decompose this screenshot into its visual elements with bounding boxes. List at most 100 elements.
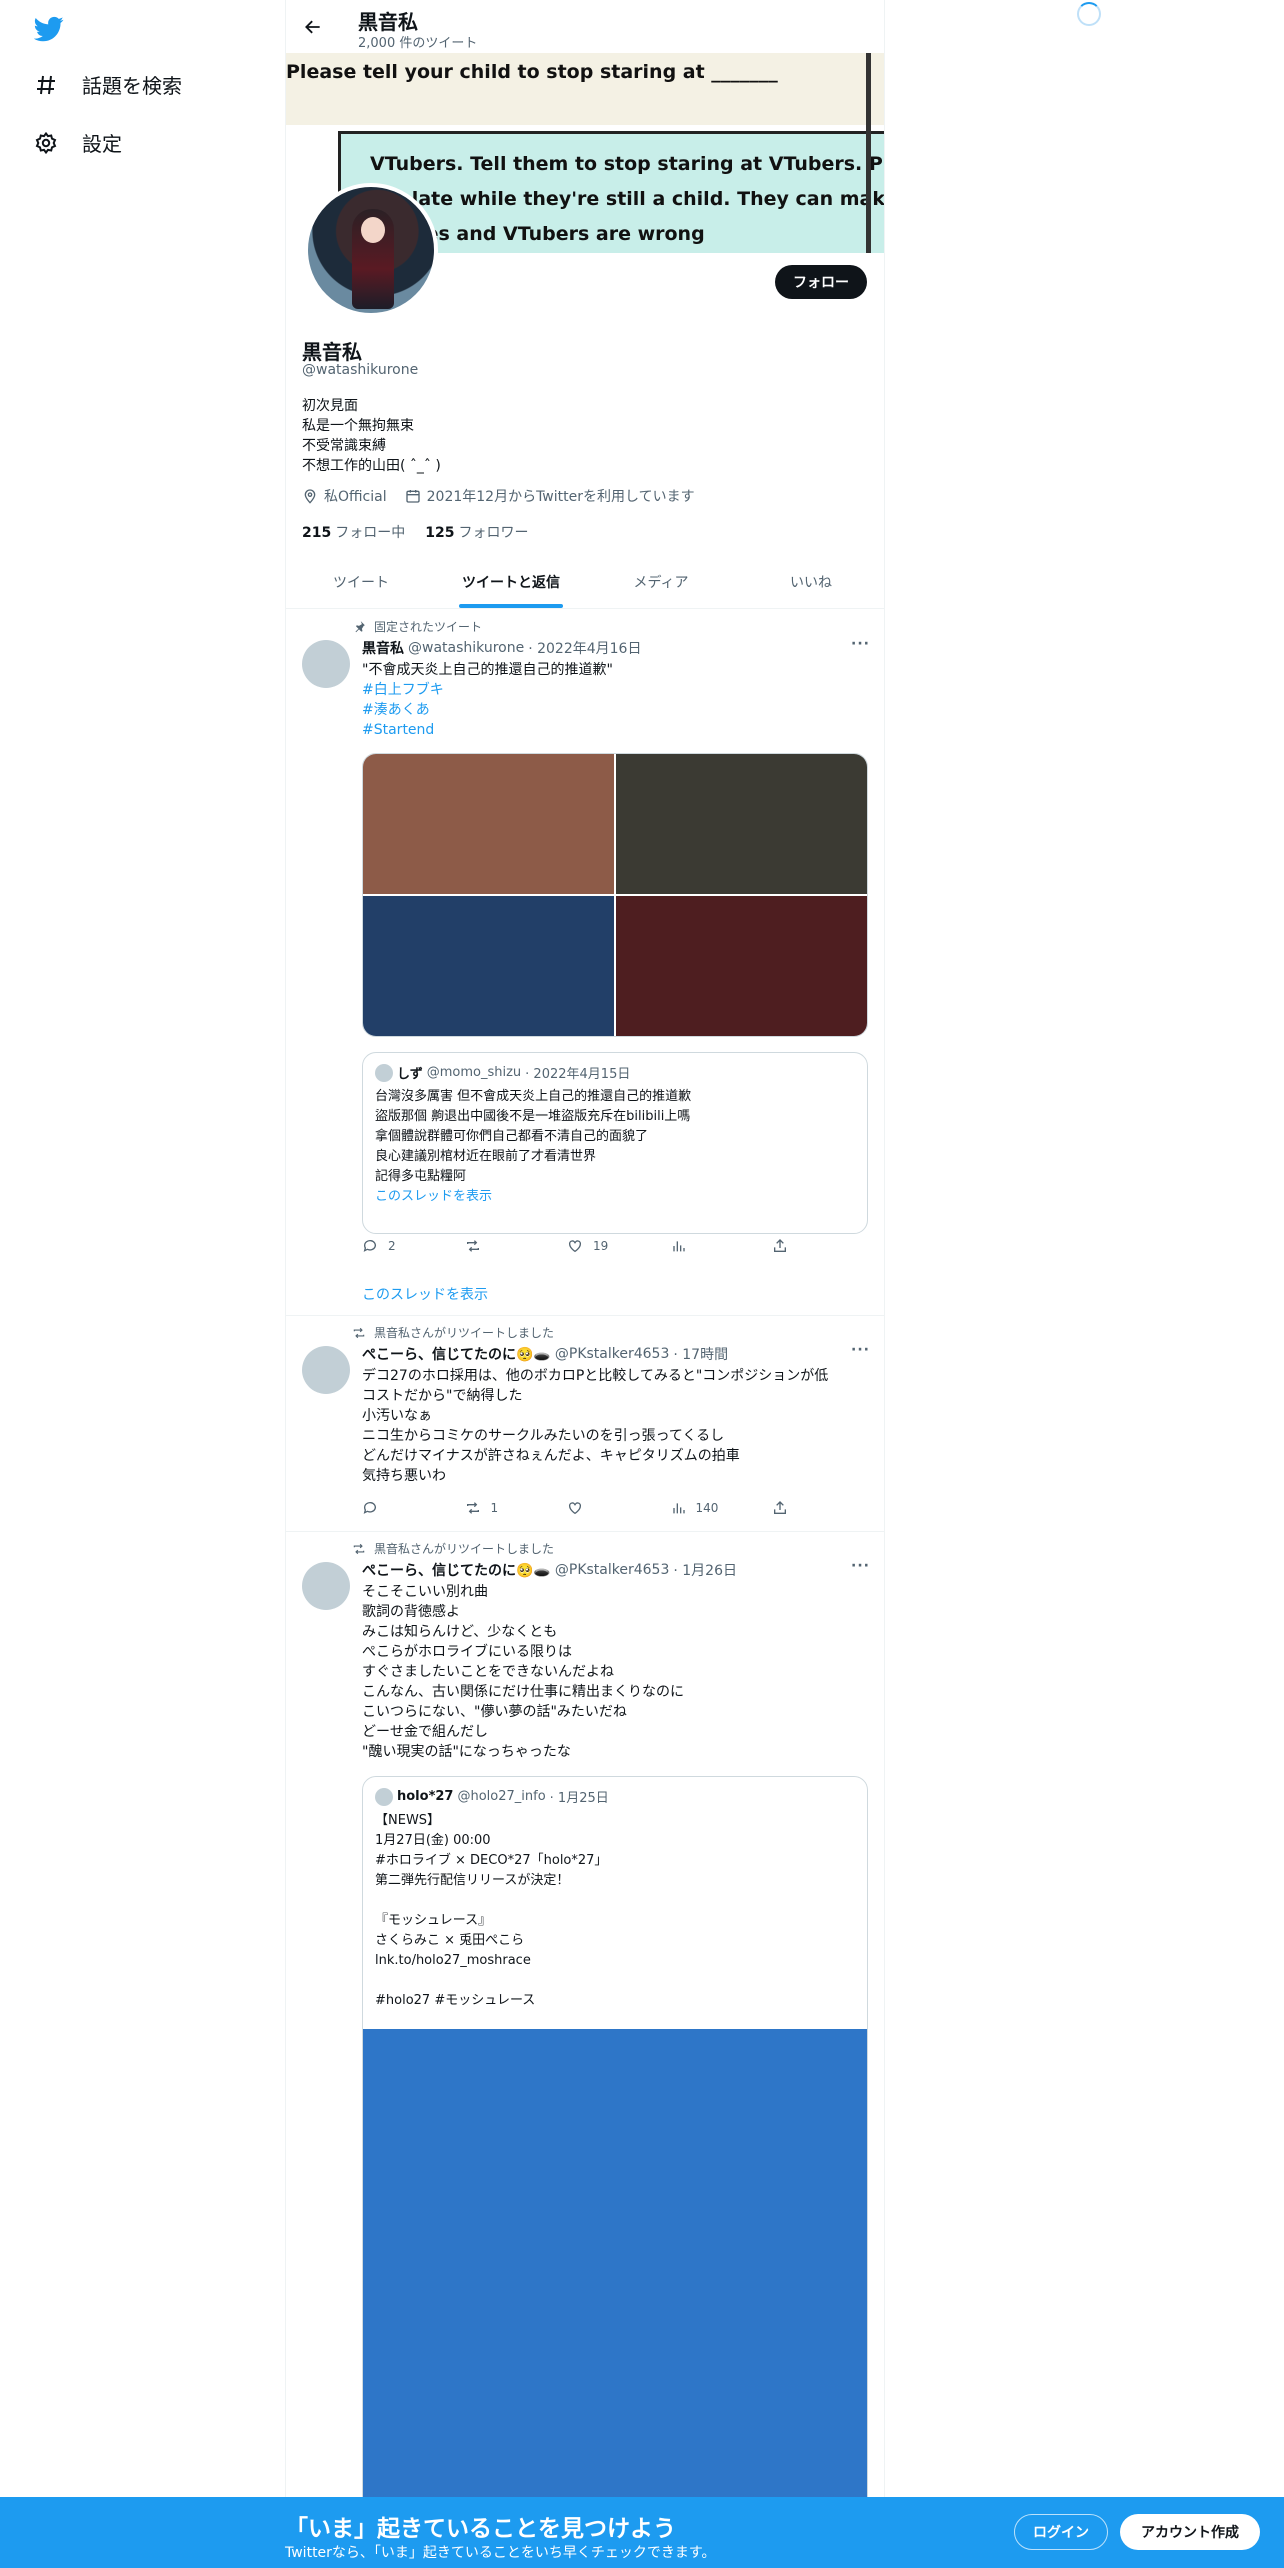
tweet-text: デコ27のホロ採用は、他のボカロPと比較してみると"コンポジションが低 コストだ… xyxy=(362,1366,872,1486)
tweet-date[interactable]: · 2022年4月16日 xyxy=(528,638,641,658)
more-options-icon[interactable]: ··· xyxy=(851,1558,870,1574)
like-button[interactable]: 19 xyxy=(567,1238,647,1254)
quote-text-line: 【NEWS】 xyxy=(375,1813,441,1828)
tweet-header: 黒音私 @watashikurone · 2022年4月16日 xyxy=(362,638,641,658)
tweet-text-line: 小汚いなぁ xyxy=(362,1408,432,1424)
hashtag-icon xyxy=(37,75,55,94)
sidebar-item-settings[interactable]: 設定 xyxy=(34,128,122,157)
following-link[interactable]: 215 フォロー中 xyxy=(302,522,405,542)
tweet-actions: 2 19 xyxy=(362,1238,792,1254)
author-handle[interactable]: @PKstalker4653 xyxy=(555,1562,669,1578)
like-button[interactable] xyxy=(567,1500,647,1516)
banner-text-line1: Please tell your child to stop staring a… xyxy=(286,61,778,83)
context-label: 黒音私さんがリツイートしました xyxy=(374,1542,555,1556)
media-grid xyxy=(362,753,868,1037)
tweet-retweet[interactable]: 黒音私さんがリツイートしました ぺこーら、信じてたのに🥺🕳️ @PKstalke… xyxy=(286,1316,884,1532)
reply-button[interactable] xyxy=(362,1500,442,1516)
tab-tweets[interactable]: ツイート xyxy=(286,556,436,608)
avatar xyxy=(375,1063,393,1082)
login-button[interactable]: ログイン xyxy=(1014,2514,1108,2550)
tweet-text: そこそこいい別れ曲 歌詞の背徳感よ みこは知らんけど、少なくとも ぺこらがホロラ… xyxy=(362,1582,872,1762)
more-options-icon[interactable]: ··· xyxy=(851,636,870,652)
avatar[interactable] xyxy=(302,1562,350,1610)
tweet-text-line: デコ27のホロ採用は、他のボカロPと比較してみると"コンポジションが低 xyxy=(362,1368,829,1384)
page-title: 黒音私 xyxy=(358,10,418,34)
media-image[interactable] xyxy=(363,754,614,894)
media-image[interactable] xyxy=(616,896,867,1036)
sidebar-item-explore[interactable]: 話題を検索 xyxy=(34,70,182,99)
reply-icon xyxy=(363,1502,376,1514)
followers-label: フォロワー xyxy=(458,525,529,541)
tweet-retweet[interactable]: 黒音私さんがリツイートしました ぺこーら、信じてたのに🥺🕳️ @PKstalke… xyxy=(286,1532,884,2536)
twitter-logo-icon[interactable] xyxy=(34,14,64,44)
quote-text: 【NEWS】 1月27日(金) 00:00 #ホロライブ × DECO*27「h… xyxy=(375,1811,607,2011)
reply-button[interactable]: 2 xyxy=(362,1238,442,1254)
hashtag-link[interactable]: #湊あくあ xyxy=(362,700,872,720)
profile-avatar[interactable] xyxy=(304,183,438,317)
following-count: 215 xyxy=(302,525,332,541)
views-button[interactable] xyxy=(670,1238,750,1254)
signup-banner-title: 「いま」起きていることを見つけよう xyxy=(285,2516,676,2542)
retweet-count: 1 xyxy=(490,1501,499,1515)
share-button[interactable] xyxy=(772,1500,792,1516)
show-thread-link[interactable]: このスレッドを表示 xyxy=(375,1187,691,1207)
quote-text-line: 『モッシュレース』 xyxy=(375,1913,492,1928)
tweet-pinned[interactable]: 固定されたツイート 黒音私 @watashikurone · 2022年4月16… xyxy=(286,610,884,1316)
tweet-date[interactable]: · 17時間 xyxy=(673,1344,728,1364)
tweet-context: 固定されたツイート xyxy=(334,618,482,635)
more-options-icon[interactable]: ··· xyxy=(851,1342,870,1358)
follow-button[interactable]: フォロー xyxy=(775,265,867,299)
arrow-left-icon xyxy=(305,20,320,34)
profile-meta: 私Official 2021年12月からTwitterを利用しています xyxy=(302,486,695,506)
context-label: 固定されたツイート xyxy=(374,620,483,634)
quote-text: 台灣沒多厲害 但不會成天炎上自己的推還自己的推道歉 盜版那個 齁退出中國後不是一… xyxy=(375,1087,691,1207)
tweet-header: ぺこーら、信じてたのに🥺🕳️ @PKstalker4653 · 1月26日 xyxy=(362,1560,737,1580)
quoted-tweet[interactable]: しず @momo_shizu · 2022年4月15日 台灣沒多厲害 但不會成天… xyxy=(362,1052,868,1234)
author-name[interactable]: ぺこーら、信じてたのに🥺🕳️ xyxy=(362,1560,551,1580)
hashtag-link[interactable]: #白上フブキ xyxy=(362,680,872,700)
quote-text-line: #ホロライブ × DECO*27「holo*27」 xyxy=(375,1853,608,1868)
tweet-text-line: 気持ち悪いわ xyxy=(362,1468,446,1484)
author-handle[interactable]: @PKstalker4653 xyxy=(555,1346,669,1362)
media-image[interactable] xyxy=(363,896,614,1036)
retweet-button[interactable]: 1 xyxy=(465,1500,545,1516)
profile-name: 黒音私 xyxy=(302,340,362,364)
avatar[interactable] xyxy=(302,640,350,688)
views-button[interactable]: 140 xyxy=(670,1500,750,1516)
share-button[interactable] xyxy=(772,1238,792,1254)
followers-link[interactable]: 125 フォロワー xyxy=(425,522,528,542)
retweet-icon xyxy=(466,1502,479,1514)
quote-date: · 1月25日 xyxy=(549,1791,609,1806)
signup-banner: 「いま」起きていることを見つけよう Twitterなら、「いま」起きていることを… xyxy=(0,2497,1284,2568)
tweet-date[interactable]: · 1月26日 xyxy=(673,1560,737,1580)
avatar xyxy=(375,1787,393,1806)
tab-media[interactable]: メディア xyxy=(586,556,736,608)
quote-text-line: さくらみこ × 兎田ぺこら xyxy=(375,1933,525,1948)
quote-text-line xyxy=(375,1971,607,1991)
author-name[interactable]: 黒音私 xyxy=(362,638,404,658)
retweet-button[interactable] xyxy=(465,1238,545,1254)
hashtag-link[interactable]: #Startend xyxy=(362,720,872,740)
bio-line: 不想工作的山田( ˆ_ˆ ) xyxy=(302,458,441,474)
back-button[interactable] xyxy=(298,12,328,42)
signup-button[interactable]: アカウント作成 xyxy=(1120,2514,1260,2550)
profile-header: 黒音私 2,000 件のツイート xyxy=(286,0,884,53)
retweet-icon xyxy=(353,1327,365,1338)
quoted-tweet[interactable]: holo*27 @holo27_info · 1月25日 【NEWS】 1月27… xyxy=(362,1776,868,2536)
tab-likes[interactable]: いいね xyxy=(736,556,884,608)
banner-text-line4: choices and VTubers are wrong xyxy=(370,223,705,245)
banner-text-line2: VTubers. Tell them to stop staring at VT… xyxy=(370,153,884,175)
author-name[interactable]: ぺこーら、信じてたのに🥺🕳️ xyxy=(362,1344,551,1364)
bio-line: 初次見面 xyxy=(302,398,358,414)
media-image[interactable] xyxy=(616,754,867,894)
profile-bio: 初次見面 私是一个無拘無束 不受常識束縛 不想工作的山田( ˆ_ˆ ) xyxy=(302,396,441,476)
tab-tweets-and-replies[interactable]: ツイートと返信 xyxy=(436,556,586,608)
pin-icon xyxy=(355,620,365,632)
show-thread-link[interactable]: このスレッドを表示 xyxy=(362,1284,488,1304)
author-handle[interactable]: @watashikurone xyxy=(408,640,524,656)
tweet-text-line: こんなん、古い関係にだけ仕事に精出まくりなのに xyxy=(362,1684,684,1700)
quote-media-image[interactable] xyxy=(363,2029,867,2535)
quote-date: · 2022年4月15日 xyxy=(525,1067,631,1082)
avatar[interactable] xyxy=(302,1346,350,1394)
profile-handle: @watashikurone xyxy=(302,362,419,378)
